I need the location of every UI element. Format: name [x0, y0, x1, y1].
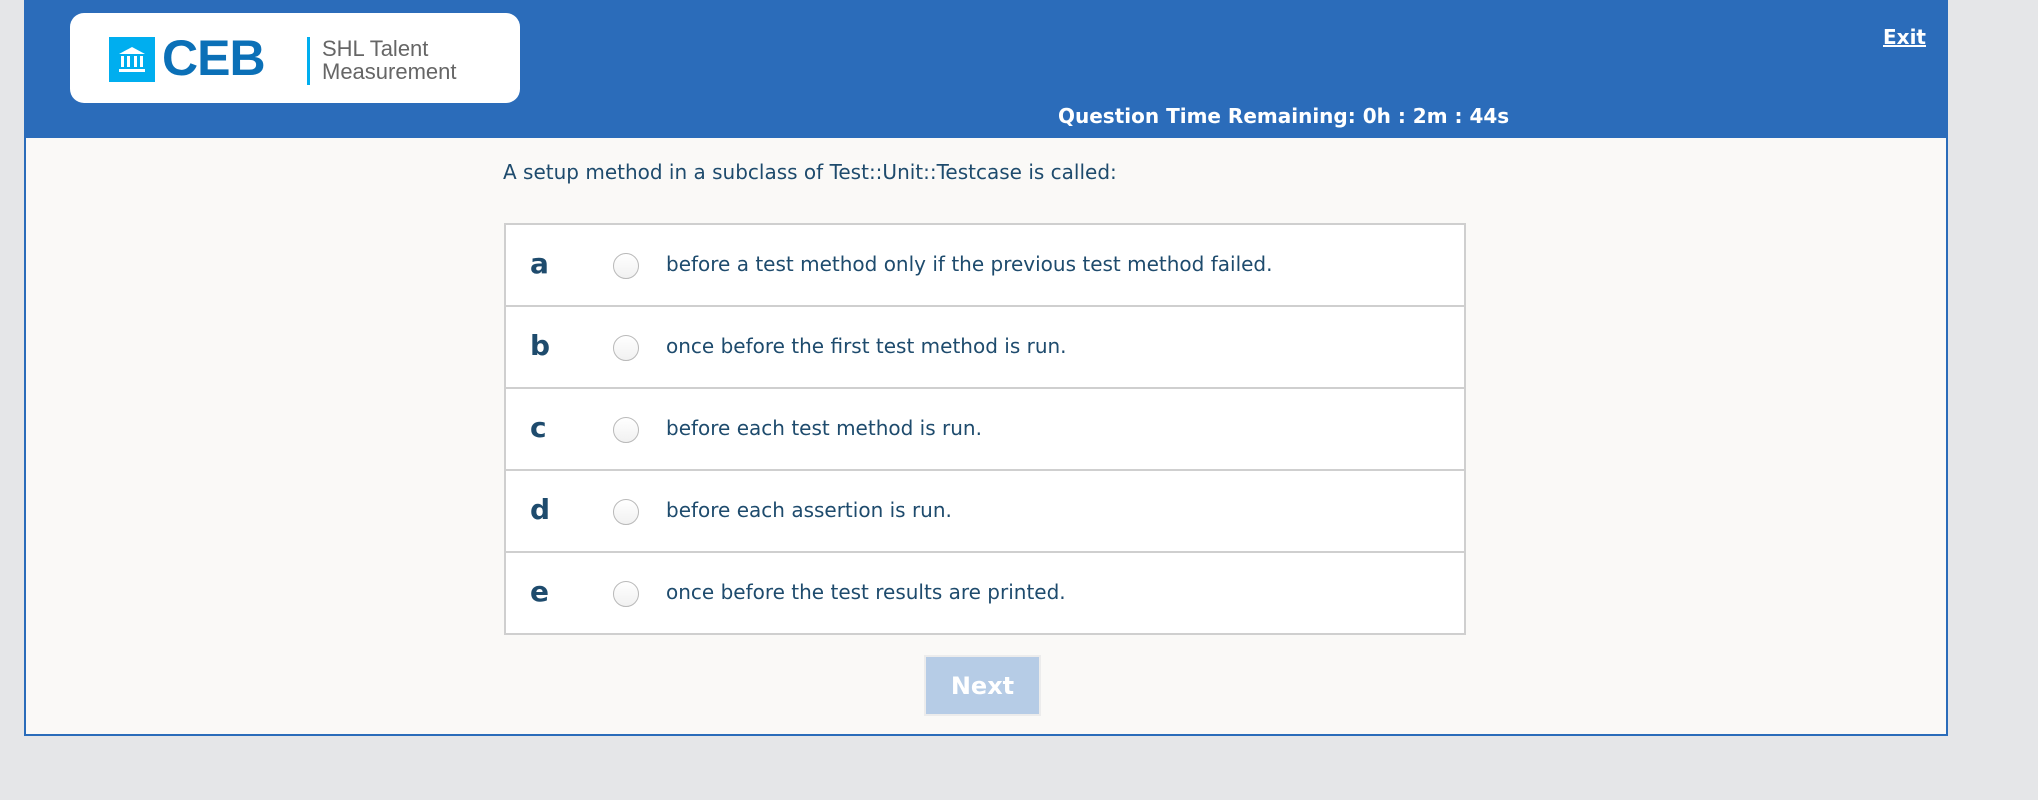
- logo-tagline-line1: SHL Talent: [322, 36, 429, 61]
- option-d[interactable]: d before each assertion is run.: [506, 471, 1464, 553]
- ceb-shl-logo: CEB SHL Talent Measurement: [70, 13, 520, 103]
- answer-options: a before a test method only if the previ…: [504, 223, 1466, 635]
- option-letter: e: [530, 575, 549, 608]
- option-letter: b: [530, 329, 551, 362]
- option-text: before each test method is run.: [666, 416, 982, 440]
- option-radio[interactable]: [613, 499, 639, 525]
- building-icon: [109, 37, 155, 82]
- next-button[interactable]: Next: [924, 655, 1041, 716]
- logo-tagline-line2: Measurement: [322, 59, 457, 84]
- logo-tagline: SHL Talent Measurement: [322, 37, 457, 83]
- logo-brand: CEB: [162, 30, 266, 86]
- option-text: before a test method only if the previou…: [666, 252, 1273, 276]
- option-letter: c: [530, 411, 547, 444]
- option-a[interactable]: a before a test method only if the previ…: [506, 225, 1464, 307]
- option-letter: d: [530, 493, 551, 526]
- option-text: before each assertion is run.: [666, 498, 952, 522]
- logo-divider: [307, 37, 310, 85]
- option-radio[interactable]: [613, 581, 639, 607]
- option-e[interactable]: e once before the test results are print…: [506, 553, 1464, 633]
- option-text: once before the first test method is run…: [666, 334, 1067, 358]
- exit-link[interactable]: Exit: [1883, 25, 1926, 49]
- question-text: A setup method in a subclass of Test::Un…: [503, 160, 1117, 184]
- option-radio[interactable]: [613, 335, 639, 361]
- question-timer: Question Time Remaining: 0h : 2m : 44s: [1058, 104, 1510, 128]
- option-radio[interactable]: [613, 417, 639, 443]
- option-text: once before the test results are printed…: [666, 580, 1066, 604]
- option-b[interactable]: b once before the first test method is r…: [506, 307, 1464, 389]
- header-bar: CEB SHL Talent Measurement: [24, 0, 1948, 138]
- option-letter: a: [530, 247, 549, 280]
- option-radio[interactable]: [613, 253, 639, 279]
- option-c[interactable]: c before each test method is run.: [506, 389, 1464, 471]
